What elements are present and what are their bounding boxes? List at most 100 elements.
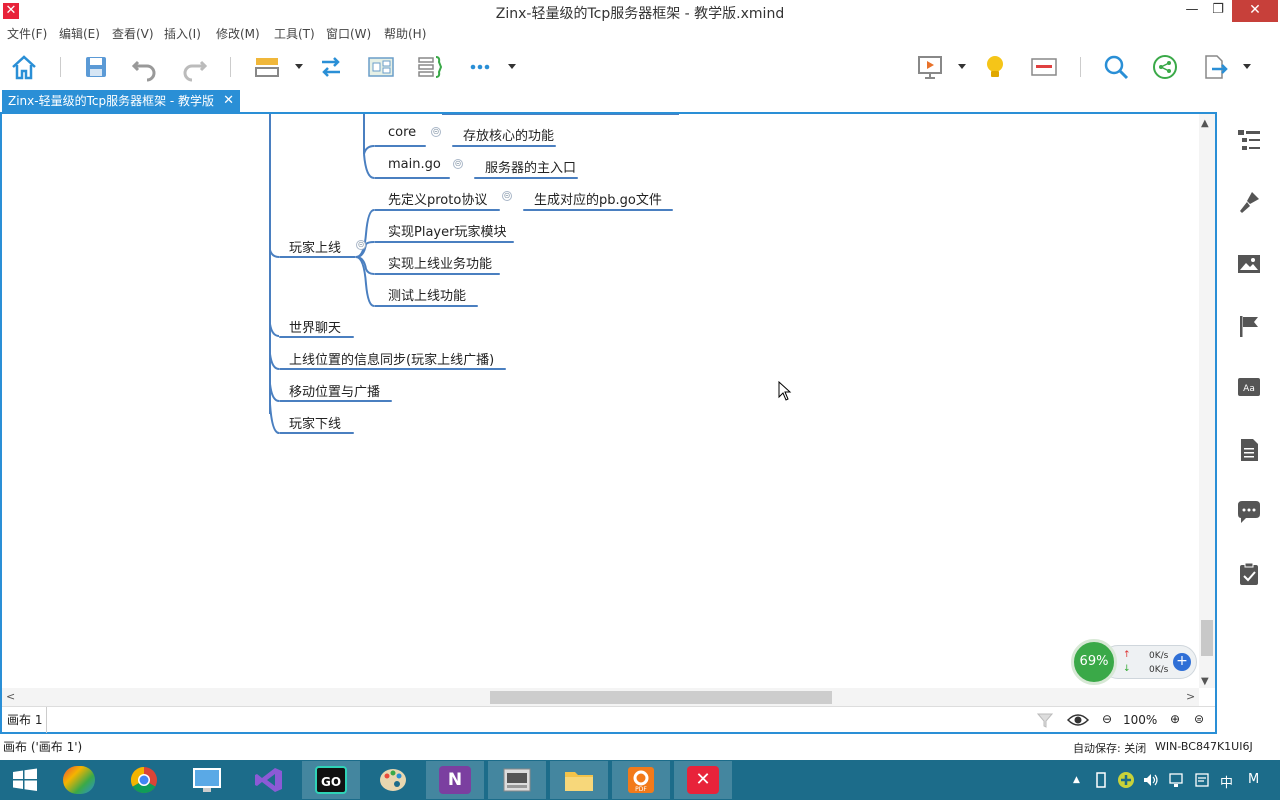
menu-view[interactable]: 查看(V) [112,25,154,42]
taskbar-onenote[interactable]: N [426,761,484,799]
redo-icon[interactable] [179,52,209,82]
idea-icon[interactable] [980,52,1010,82]
close-button[interactable]: ✕ [1232,0,1278,22]
text-style-icon[interactable]: Aa [1236,375,1262,401]
relationship-icon[interactable] [316,52,346,82]
document-tab-label: Zinx-轻量级的Tcp服务器框架 - 教学版 [8,94,215,108]
zoom-level[interactable]: 100% [1123,713,1157,727]
comments-icon[interactable] [1236,499,1262,525]
vertical-scroll-thumb[interactable] [1201,620,1213,656]
format-icon[interactable] [1236,189,1262,215]
horizontal-scroll-thumb[interactable] [490,691,832,704]
taskbar-pdf-reader[interactable]: PDF [612,761,670,799]
menu-tools[interactable]: 工具(T) [274,25,315,42]
scroll-up-arrow[interactable]: ▲ [1201,118,1209,129]
tray-accelerator-icon[interactable] [1117,771,1135,789]
more-dropdown-caret[interactable] [508,64,516,69]
menu-file[interactable]: 文件(F) [7,25,47,42]
tray-expand-caret[interactable]: ▲ [1073,775,1080,785]
topic-define-proto[interactable]: 先定义proto协议 [388,189,487,208]
topic-core-note[interactable]: 存放核心的功能 [463,125,554,144]
taskbar-paint[interactable] [364,761,422,799]
mindmap-canvas[interactable]: core ⊝ 存放核心的功能 main.go ⊝ 服务器的主入口 先定义prot… [2,114,1199,688]
sheet-divider [46,707,47,733]
zoom-in-button[interactable]: ⊕ [1170,712,1180,726]
zoom-out-button[interactable]: ⊖ [1102,712,1112,726]
undo-icon[interactable] [130,52,160,82]
eye-icon[interactable] [1067,712,1089,728]
share-icon[interactable] [1150,52,1180,82]
volume-icon[interactable] [1143,773,1159,787]
topic-move-broadcast[interactable]: 移动位置与广播 [289,381,380,400]
memory-usage-badge[interactable]: 69% [1071,639,1117,685]
scroll-right-arrow[interactable]: > [1186,690,1195,703]
summary-icon[interactable] [415,52,445,82]
topic-icon[interactable] [252,52,282,82]
topic-generate-pb[interactable]: 生成对应的pb.go文件 [534,189,662,208]
taskbar-file-explorer[interactable] [550,761,608,799]
boundary-icon[interactable] [366,52,396,82]
ime-mode-indicator[interactable]: M [1248,772,1259,787]
minimize-button[interactable]: — [1180,0,1204,22]
taskbar-visual-studio[interactable] [240,761,298,799]
ime-language-indicator[interactable]: 中 [1220,772,1233,791]
taskbar-media-app[interactable] [488,761,546,799]
taskbar-remote-desktop[interactable] [178,761,236,799]
topic-online-business[interactable]: 实现上线业务功能 [388,253,492,272]
toolbar [0,44,1280,90]
autosave-status[interactable]: 自动保存: 关闭 [1073,740,1146,756]
topic-player-module[interactable]: 实现Player玩家模块 [388,221,506,240]
task-icon[interactable] [1236,561,1262,587]
network-icon[interactable] [1168,772,1184,788]
scroll-down-arrow[interactable]: ▼ [1201,676,1209,687]
collapse-icon[interactable]: ⊝ [502,191,512,201]
taskbar-chrome[interactable] [115,761,173,799]
maximize-button[interactable]: ❐ [1206,0,1230,22]
topic-core[interactable]: core [388,125,416,140]
topic-world-chat[interactable]: 世界聊天 [289,317,341,336]
fit-map-button[interactable]: ⊜ [1194,712,1204,726]
collapse-icon[interactable]: ⊝ [431,127,441,137]
save-icon[interactable] [81,52,111,82]
taskbar-photos-app[interactable] [50,761,108,799]
action-center-icon[interactable] [1194,772,1210,788]
tray-device-icon[interactable] [1094,772,1108,788]
taskbar-goland[interactable]: GO [302,761,360,799]
topic-dropdown-caret[interactable] [295,64,303,69]
export-icon[interactable] [1200,52,1230,82]
document-tab[interactable]: Zinx-轻量级的Tcp服务器框架 - 教学版 ✕ [2,90,240,112]
menu-insert[interactable]: 插入(I) [164,25,201,42]
menu-help[interactable]: 帮助(H) [384,25,426,42]
topic-position-sync[interactable]: 上线位置的信息同步(玩家上线广播) [289,349,494,368]
menu-window[interactable]: 窗口(W) [326,25,371,42]
filter-icon[interactable] [1037,712,1053,728]
presentation-icon[interactable] [915,52,945,82]
presentation-dropdown-caret[interactable] [958,64,966,69]
format-panel-icon[interactable] [1029,52,1059,82]
vertical-scrollbar[interactable] [1199,114,1215,688]
menu-edit[interactable]: 编辑(E) [59,25,100,42]
topic-player-online[interactable]: 玩家上线 [289,237,341,256]
marker-icon[interactable] [1236,313,1262,339]
topic-test-online[interactable]: 测试上线功能 [388,285,466,304]
sheet-tab[interactable]: 画布 1 [7,711,42,728]
taskbar-xmind[interactable]: ✕ [674,761,732,799]
export-dropdown-caret[interactable] [1243,64,1251,69]
home-icon[interactable] [9,52,39,82]
accelerate-plus-button[interactable]: + [1173,653,1191,671]
tab-close-icon[interactable]: ✕ [223,90,234,112]
topic-player-offline[interactable]: 玩家下线 [289,413,341,432]
start-button[interactable] [0,760,50,800]
outline-icon[interactable] [1236,127,1262,153]
image-icon[interactable] [1236,251,1262,277]
collapse-icon[interactable]: ⊝ [453,159,463,169]
topic-main-go[interactable]: main.go [388,157,441,172]
collapse-icon[interactable]: ⊝ [356,240,366,250]
notes-icon[interactable] [1236,437,1262,463]
menu-modify[interactable]: 修改(M) [216,25,260,42]
scroll-left-arrow[interactable]: < [6,690,15,703]
search-icon[interactable] [1101,52,1131,82]
topic-main-go-note[interactable]: 服务器的主入口 [485,157,576,176]
network-monitor-widget[interactable]: 69% ↑ 0K/s ↓ 0K/s + [1071,639,1197,685]
more-icon[interactable] [465,52,495,82]
